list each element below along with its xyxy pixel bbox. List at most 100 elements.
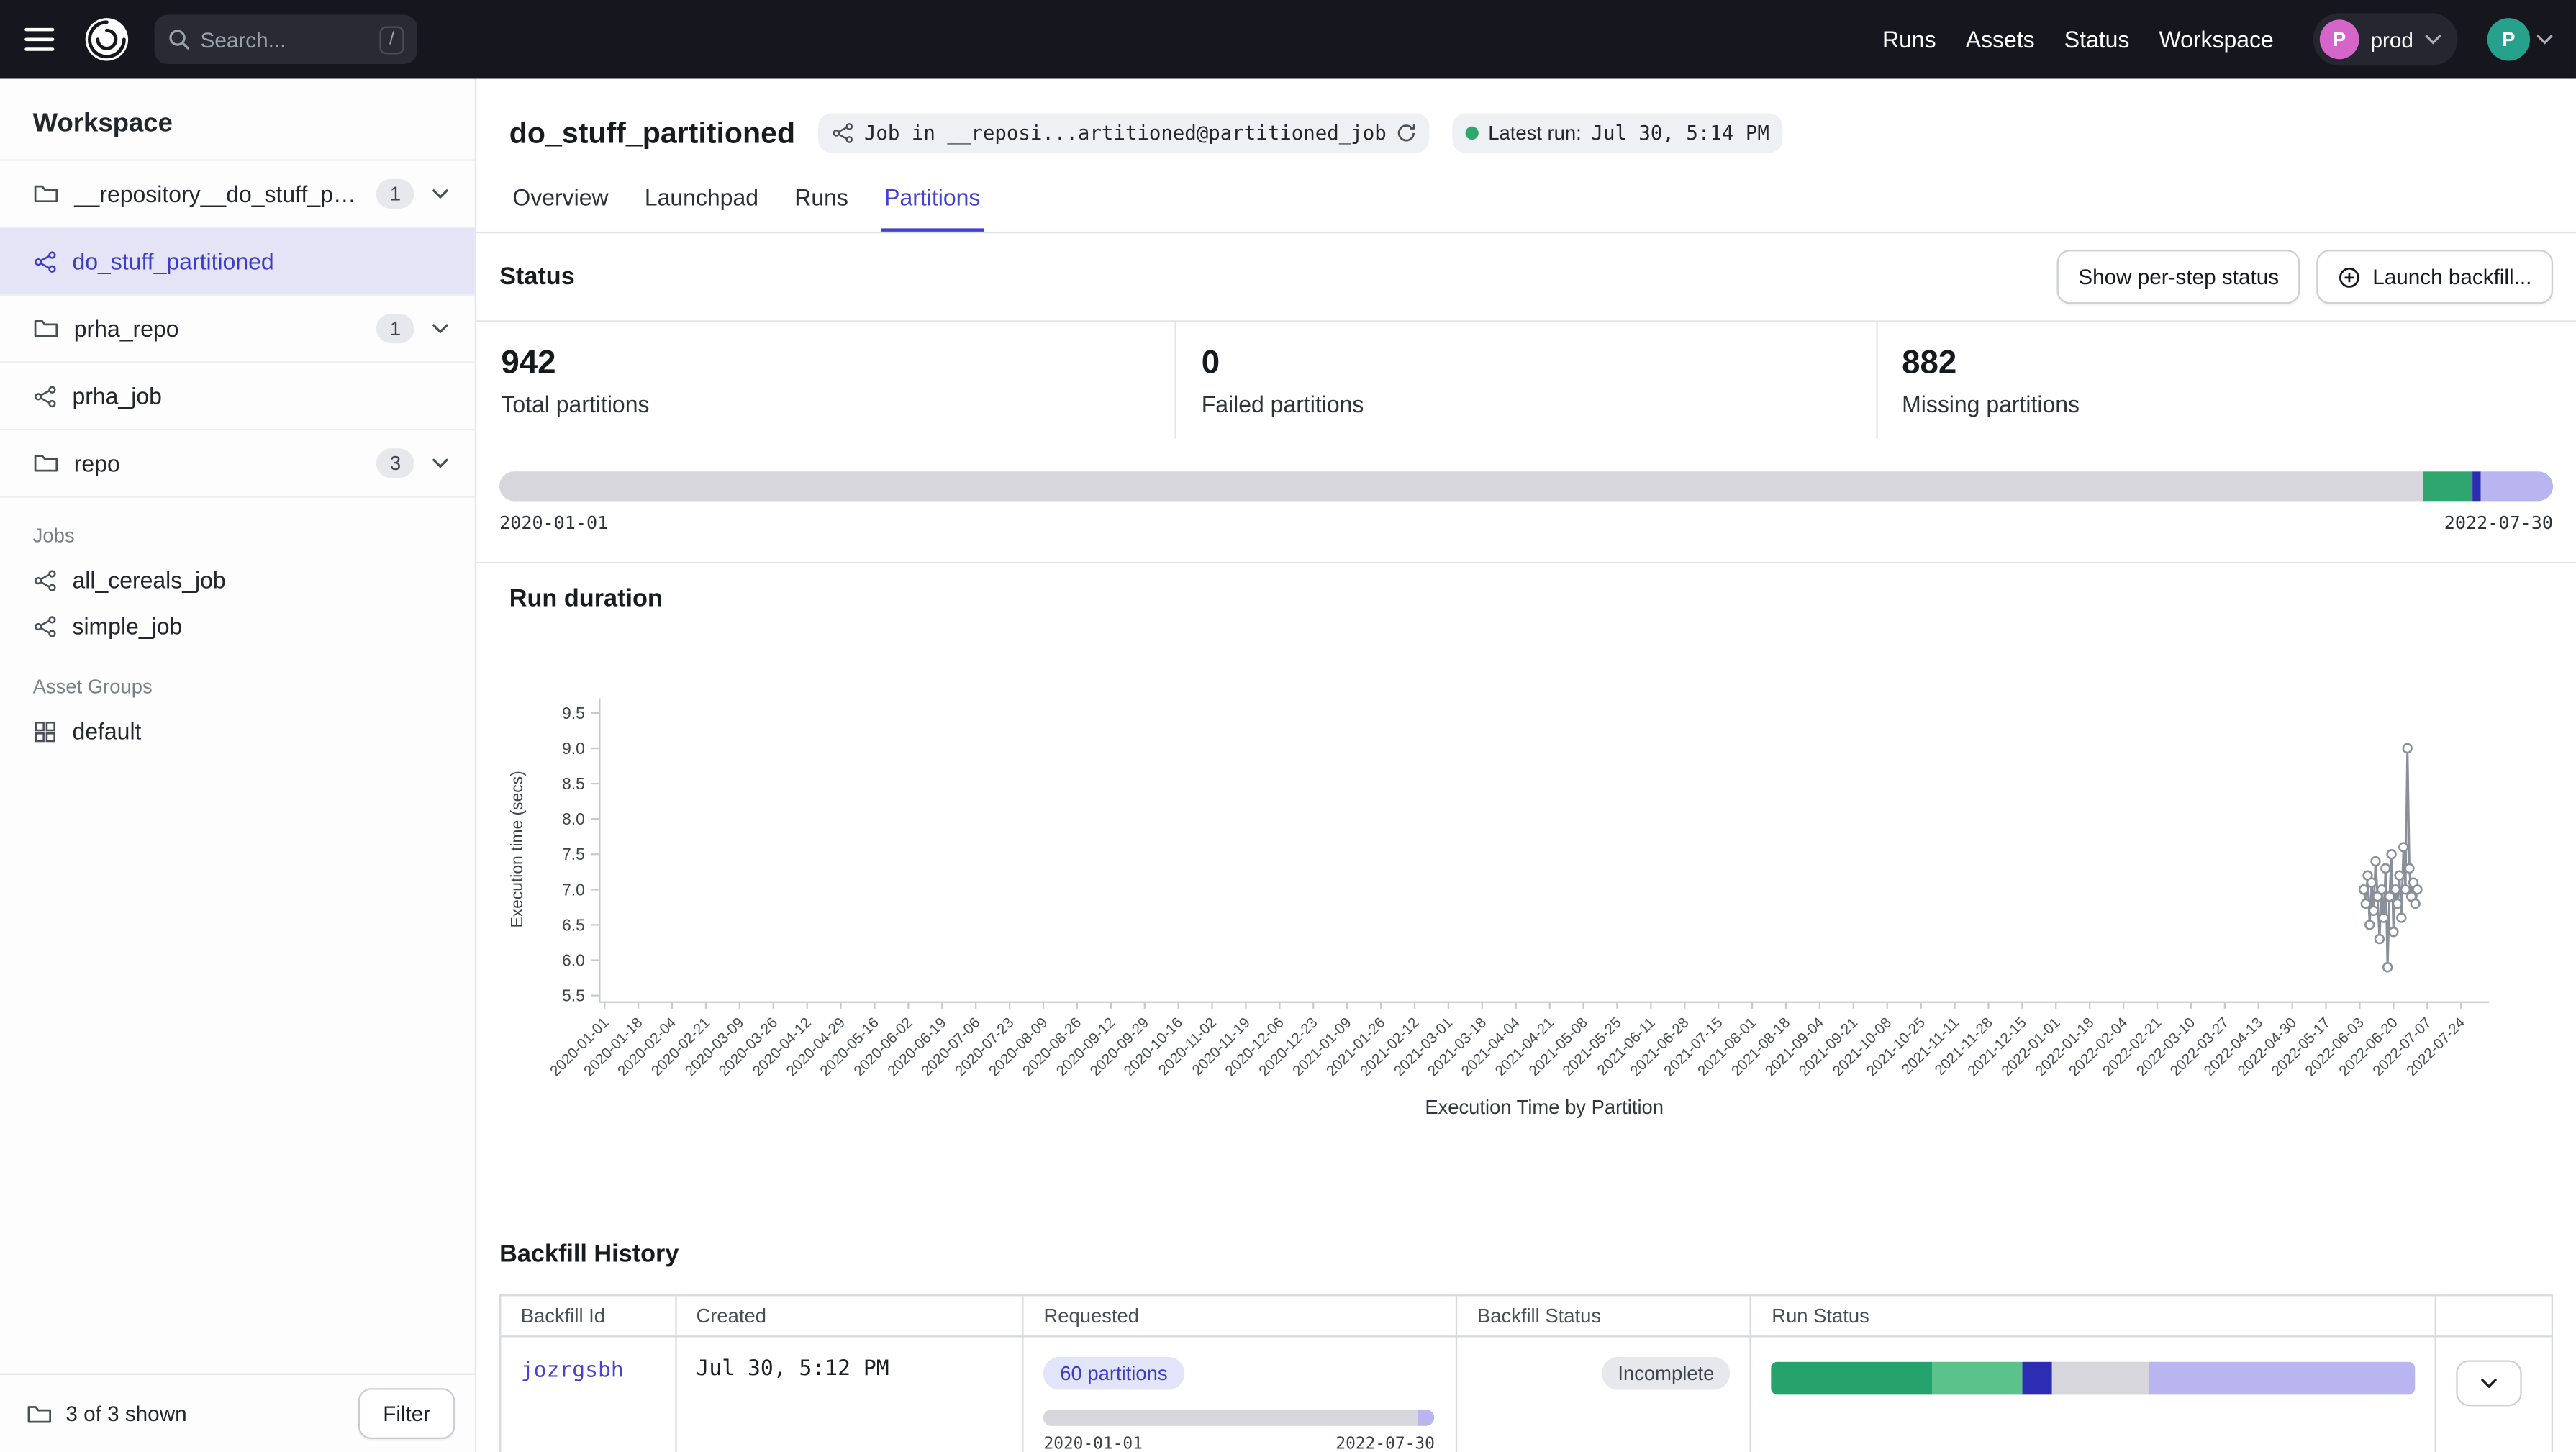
tab-runs[interactable]: Runs — [792, 184, 852, 232]
job-icon — [33, 384, 58, 408]
folder-icon — [33, 181, 60, 207]
sidebar-item-repository-do-stuff-partitio[interactable]: __repository__do_stuff_partitio...1 — [0, 161, 475, 229]
cell-requested: 60 partitions 2020-01-01 2022-07-30 — [1023, 1336, 1457, 1452]
chevron-down-icon — [2425, 35, 2441, 45]
app-root: / Runs Assets Status Workspace P prod P Wor… — [0, 0, 2576, 1452]
search-input[interactable] — [201, 27, 370, 52]
requested-partitions-chip: 60 partitions — [1043, 1357, 1184, 1390]
sidebar-item-prha-repo[interactable]: prha_repo1 — [0, 296, 475, 363]
chevron-down-icon[interactable] — [429, 455, 452, 471]
item-count-badge: 1 — [377, 314, 414, 343]
reload-icon[interactable] — [1396, 123, 1415, 142]
user-avatar: P — [2487, 18, 2530, 60]
sidebar-item-label: all_cereals_job — [72, 567, 225, 594]
partition-bar-segment-queued — [2481, 471, 2553, 501]
user-menu[interactable]: P — [2487, 18, 2553, 60]
deployment-switcher[interactable]: P prod — [2313, 13, 2458, 65]
launch-backfill-button[interactable]: Launch backfill... — [2317, 250, 2553, 304]
requested-bar-segment-missing — [1043, 1410, 1417, 1426]
topbar-link-runs[interactable]: Runs — [1882, 27, 1936, 53]
workspace-list: __repository__do_stuff_partitio...1do_st… — [0, 159, 475, 754]
workspace-sidebar: Workspace __repository__do_stuff_partiti… — [0, 79, 476, 1452]
deployment-label: prod — [2371, 27, 2413, 52]
filter-button[interactable]: Filter — [358, 1388, 455, 1439]
chevron-down-icon[interactable] — [429, 186, 452, 202]
backfill-table-head-row: Backfill IdCreatedRequestedBackfill Stat… — [500, 1295, 2552, 1336]
sidebar-item-label: prha_job — [72, 383, 161, 409]
latest-run-label: Latest run: — [1488, 122, 1581, 145]
job-origin-chip[interactable]: Job in __reposi...artitioned@partitioned… — [818, 114, 1429, 153]
sidebar-title: Workspace — [0, 79, 475, 160]
sidebar-item-default[interactable]: default — [0, 708, 475, 754]
stat-label: Failed partitions — [1202, 391, 1876, 417]
run-status-bar — [1772, 1362, 2416, 1395]
chevron-down-icon — [2482, 1379, 2498, 1389]
svg-text:7.5: 7.5 — [562, 845, 585, 863]
folder-icon — [33, 450, 60, 477]
topbar: / Runs Assets Status Workspace P prod P — [0, 0, 2576, 79]
sidebar-item-label: __repository__do_stuff_partitio... — [74, 181, 362, 207]
backfill-table-body: jozrgsbhJul 30, 5:12 PM60 partitions2020… — [500, 1336, 2552, 1452]
sidebar-item-simple-job[interactable]: simple_job — [0, 603, 475, 649]
svg-text:8.5: 8.5 — [562, 774, 585, 793]
tab-launchpad[interactable]: Launchpad — [641, 184, 761, 232]
run-status-segment-missing — [2052, 1362, 2149, 1395]
job-icon — [33, 614, 58, 638]
svg-text:7.0: 7.0 — [562, 880, 585, 899]
run-status-segment-in-progress — [2023, 1362, 2051, 1395]
backfill-history-heading: Backfill History — [499, 1240, 2553, 1269]
svg-text:Execution time (secs): Execution time (secs) — [507, 771, 526, 927]
page-tabs: Overview Launchpad Runs Partitions — [509, 184, 2544, 232]
stat-label: Total partitions — [501, 391, 1175, 417]
status-actions: Show per-step status Launch backfill... — [2057, 250, 2553, 304]
run-duration-chart: 9.59.08.58.07.57.06.56.05.52020-01-01202… — [499, 652, 2530, 1145]
topbar-link-status[interactable]: Status — [2064, 27, 2130, 53]
tab-overview[interactable]: Overview — [509, 184, 612, 232]
cell-backfill-status: Incomplete — [1456, 1336, 1751, 1452]
expand-row-button[interactable] — [2457, 1360, 2522, 1406]
sidebar-item-all-cereals-job[interactable]: all_cereals_job — [0, 557, 475, 603]
run-status-dot — [1465, 127, 1478, 140]
column-header-actions — [2436, 1295, 2552, 1336]
partition-bar-segment-success — [2423, 471, 2472, 501]
shown-count-label: 3 of 3 shown — [65, 1402, 186, 1426]
svg-text:8.0: 8.0 — [562, 809, 585, 828]
topbar-link-workspace[interactable]: Workspace — [2159, 27, 2274, 53]
sidebar-footer: 3 of 3 shown Filter — [0, 1374, 475, 1452]
run-status-segment-success-alt — [1933, 1362, 2023, 1395]
range-start-label: 2020-01-01 — [1043, 1435, 1142, 1452]
partition-status-bar[interactable] — [499, 471, 2553, 501]
partition-range-end: 2022-07-30 — [2444, 512, 2553, 534]
svg-text:6.0: 6.0 — [562, 950, 585, 969]
global-search: / — [155, 15, 417, 64]
show-per-step-status-button[interactable]: Show per-step status — [2057, 250, 2300, 304]
latest-run-time-link[interactable]: Jul 30, 5:14 PM — [1591, 122, 1769, 145]
backfill-id-link[interactable]: jozrgsbh — [521, 1358, 624, 1383]
show-per-step-status-label: Show per-step status — [2078, 265, 2279, 289]
sidebar-item-do-stuff-partitioned[interactable]: do_stuff_partitioned — [0, 228, 475, 296]
sidebar-item-repo[interactable]: repo 3 — [0, 430, 475, 498]
svg-text:5.5: 5.5 — [562, 986, 585, 1005]
stat-value: 942 — [501, 343, 1175, 383]
deployment-avatar: P — [2320, 19, 2359, 59]
dagster-logo[interactable] — [82, 15, 131, 64]
hamburger-menu-icon[interactable] — [23, 19, 63, 59]
partition-bar-segment-missing — [499, 471, 2423, 501]
table-row: jozrgsbhJul 30, 5:12 PM60 partitions2020… — [500, 1336, 2552, 1452]
plus-circle-icon — [2338, 266, 2361, 289]
tab-partitions[interactable]: Partitions — [881, 184, 984, 232]
range-end-label: 2022-07-30 — [1335, 1435, 1434, 1452]
item-count-badge: 3 — [377, 448, 414, 478]
logo-swirl-icon — [82, 15, 131, 64]
topbar-link-assets[interactable]: Assets — [1966, 27, 2035, 53]
partition-bar-segment-in-progress — [2473, 471, 2481, 501]
stat-total-partitions: 942 Total partitions — [476, 322, 1175, 438]
chevron-down-icon[interactable] — [429, 320, 452, 337]
column-header-run-status: Run Status — [1751, 1295, 2436, 1336]
run-duration-section: Run duration 9.59.08.58.07.57.06.56.05.5… — [476, 562, 2576, 1145]
sidebar-item-label: repo — [74, 450, 120, 477]
sidebar-item-prha-job[interactable]: prha_job — [0, 363, 475, 431]
sidebar-item-label: simple_job — [72, 613, 182, 640]
cell-backfill-id: jozrgsbh — [500, 1336, 676, 1452]
backfill-history-section: Backfill History Backfill IdCreatedReque… — [476, 1240, 2576, 1452]
